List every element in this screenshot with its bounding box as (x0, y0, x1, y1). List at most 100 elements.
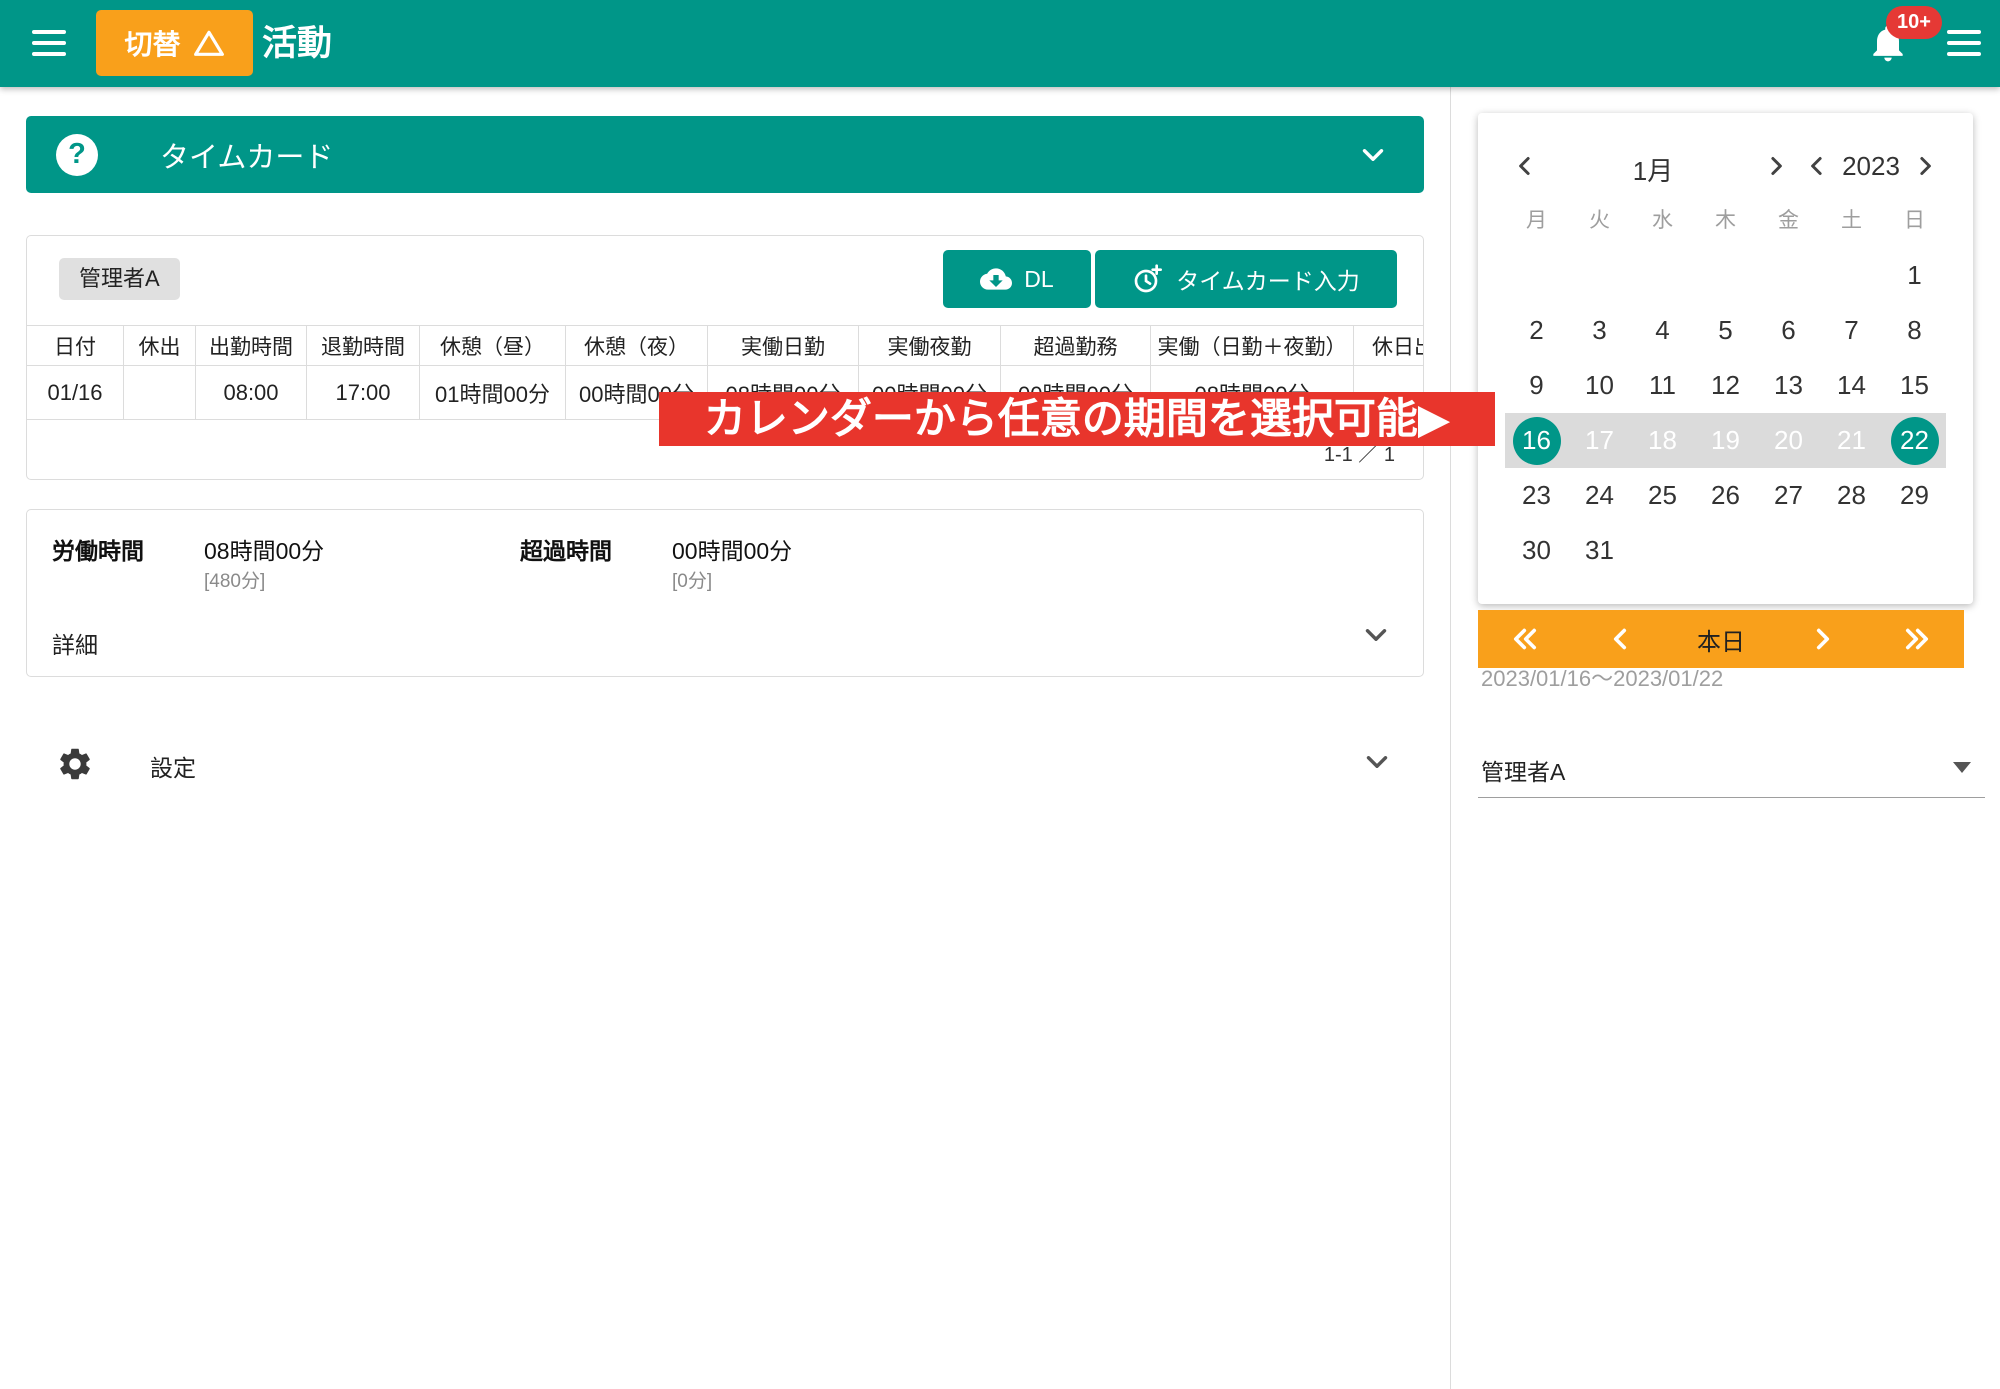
download-button[interactable]: DL (943, 250, 1091, 308)
weekday-label: 火 (1568, 201, 1631, 241)
calendar-weekdays: 月 火 水 木 金 土 日 (1505, 201, 1946, 241)
calendar-day-in-range[interactable]: 21 (1820, 413, 1883, 468)
overflow-menu-icon[interactable] (1944, 27, 1984, 59)
calendar-day[interactable]: 15 (1883, 358, 1946, 413)
annotation-banner: カレンダーから任意の期間を選択可能▶ (659, 392, 1495, 446)
weekday-label: 金 (1757, 201, 1820, 241)
user-select[interactable]: 管理者A (1478, 737, 1985, 798)
calendar-day[interactable]: 7 (1820, 303, 1883, 358)
labor-time-minutes: [480分] (204, 566, 265, 593)
calendar-empty-cell (1757, 248, 1820, 303)
entry-button-label: タイムカード入力 (1176, 262, 1360, 296)
calendar-day[interactable]: 12 (1694, 358, 1757, 413)
panel-title: タイムカード (160, 134, 333, 176)
chevron-down-icon[interactable] (1356, 138, 1390, 172)
col-header: 実働日勤 (708, 326, 859, 366)
calendar-day[interactable]: 26 (1694, 468, 1757, 523)
calendar-day[interactable]: 3 (1568, 303, 1631, 358)
page: 切替 活動 10+ ? タイムカード 管理者A DL (0, 0, 2000, 1389)
timecard-panel-header[interactable]: ? タイムカード (26, 116, 1424, 193)
cell-clock-in: 08:00 (196, 366, 307, 420)
calendar-day[interactable]: 30 (1505, 523, 1568, 578)
calendar-day[interactable]: 10 (1568, 358, 1631, 413)
calendar-day[interactable]: 9 (1505, 358, 1568, 413)
labor-time-value: 08時間00分 (204, 532, 324, 566)
calendar-day[interactable]: 8 (1883, 303, 1946, 358)
dropdown-caret-icon (1953, 762, 1971, 773)
calendar-day[interactable]: 31 (1568, 523, 1631, 578)
col-header: 休出 (124, 326, 196, 366)
cell-clock-out: 17:00 (307, 366, 420, 420)
calendar-day[interactable]: 11 (1631, 358, 1694, 413)
prev-period-icon[interactable] (1603, 622, 1637, 656)
next-year-button[interactable] (1910, 151, 1942, 183)
col-header: 日付 (27, 326, 124, 366)
calendar-day-in-range[interactable]: 17 (1568, 413, 1631, 468)
notification-badge: 10+ (1886, 6, 1942, 39)
calendar-empty-cell (1820, 248, 1883, 303)
menu-icon[interactable] (30, 27, 68, 59)
timecard-entry-button[interactable]: タイムカード入力 (1095, 250, 1397, 308)
first-period-icon[interactable] (1508, 622, 1542, 656)
next-period-icon[interactable] (1806, 622, 1840, 656)
calendar-day[interactable]: 6 (1757, 303, 1820, 358)
calendar-day[interactable]: 13 (1757, 358, 1820, 413)
calendar-day[interactable]: 5 (1694, 303, 1757, 358)
vertical-divider (1450, 87, 1451, 1389)
chevron-down-icon[interactable] (1360, 745, 1394, 779)
user-chip: 管理者A (59, 258, 180, 300)
calendar-day[interactable]: 14 (1820, 358, 1883, 413)
calendar-day-in-range[interactable]: 20 (1757, 413, 1820, 468)
col-header: 休憩（昼） (420, 326, 566, 366)
col-header: 実働夜勤 (859, 326, 1001, 366)
col-header: 休憩（夜） (566, 326, 708, 366)
col-header: 超過勤務 (1001, 326, 1151, 366)
weekday-label: 木 (1694, 201, 1757, 241)
weekday-label: 水 (1631, 201, 1694, 241)
last-period-icon[interactable] (1900, 622, 1934, 656)
calendar-panel: 1月 20 23 月 火 水 木 金 土 日 1 2 (1478, 113, 1973, 604)
today-button[interactable]: 本日 (1697, 622, 1745, 657)
calendar-day[interactable]: 27 (1757, 468, 1820, 523)
dl-button-label: DL (1024, 266, 1053, 293)
weekday-label: 土 (1820, 201, 1883, 241)
clock-plus-icon (1132, 263, 1164, 295)
prev-month-button[interactable] (1510, 151, 1542, 183)
col-header: 退勤時間 (307, 326, 420, 366)
col-header: 休日出勤 (1354, 326, 1424, 366)
help-icon[interactable]: ? (56, 134, 98, 176)
calendar-day[interactable]: 2 (1505, 303, 1568, 358)
calendar-empty-cell (1568, 248, 1631, 303)
settings-toggle[interactable]: 設定 (26, 735, 1424, 795)
calendar-empty-cell (1505, 248, 1568, 303)
overtime-value: 00時間00分 (672, 532, 792, 566)
calendar-footer: 本日 (1478, 610, 1964, 668)
chevron-down-icon[interactable] (1359, 618, 1393, 652)
calendar-day[interactable]: 29 (1883, 468, 1946, 523)
gear-icon (56, 745, 94, 783)
next-month-button[interactable] (1761, 151, 1793, 183)
calendar-day-selected-end[interactable]: 22 (1883, 413, 1946, 468)
user-select-value: 管理者A (1481, 753, 1565, 787)
calendar-day-in-range[interactable]: 19 (1694, 413, 1757, 468)
table-header-row: 日付 休出 出勤時間 退勤時間 休憩（昼） 休憩（夜） 実働日勤 実働夜勤 超過… (27, 326, 1423, 366)
col-header: 出勤時間 (196, 326, 307, 366)
overtime-minutes: [0分] (672, 566, 712, 593)
calendar-month-label: 1月 (1608, 151, 1698, 188)
calendar-day[interactable]: 28 (1820, 468, 1883, 523)
labor-time-label: 労働時間 (52, 532, 144, 566)
calendar-day[interactable]: 4 (1631, 303, 1694, 358)
weekday-label: 日 (1883, 201, 1946, 241)
warning-triangle-icon (193, 29, 225, 57)
switch-button[interactable]: 切替 (96, 10, 253, 76)
cloud-download-icon (980, 263, 1012, 295)
detail-toggle[interactable]: 詳細 (52, 626, 98, 660)
calendar-day-selected-start[interactable]: 16 (1505, 413, 1568, 468)
calendar-day[interactable]: 23 (1505, 468, 1568, 523)
calendar-day-in-range[interactable]: 18 (1631, 413, 1694, 468)
calendar-day[interactable]: 25 (1631, 468, 1694, 523)
cell-break-day: 01時間00分 (420, 366, 566, 420)
page-title: 活動 (262, 0, 332, 87)
calendar-day[interactable]: 1 (1883, 248, 1946, 303)
calendar-day[interactable]: 24 (1568, 468, 1631, 523)
